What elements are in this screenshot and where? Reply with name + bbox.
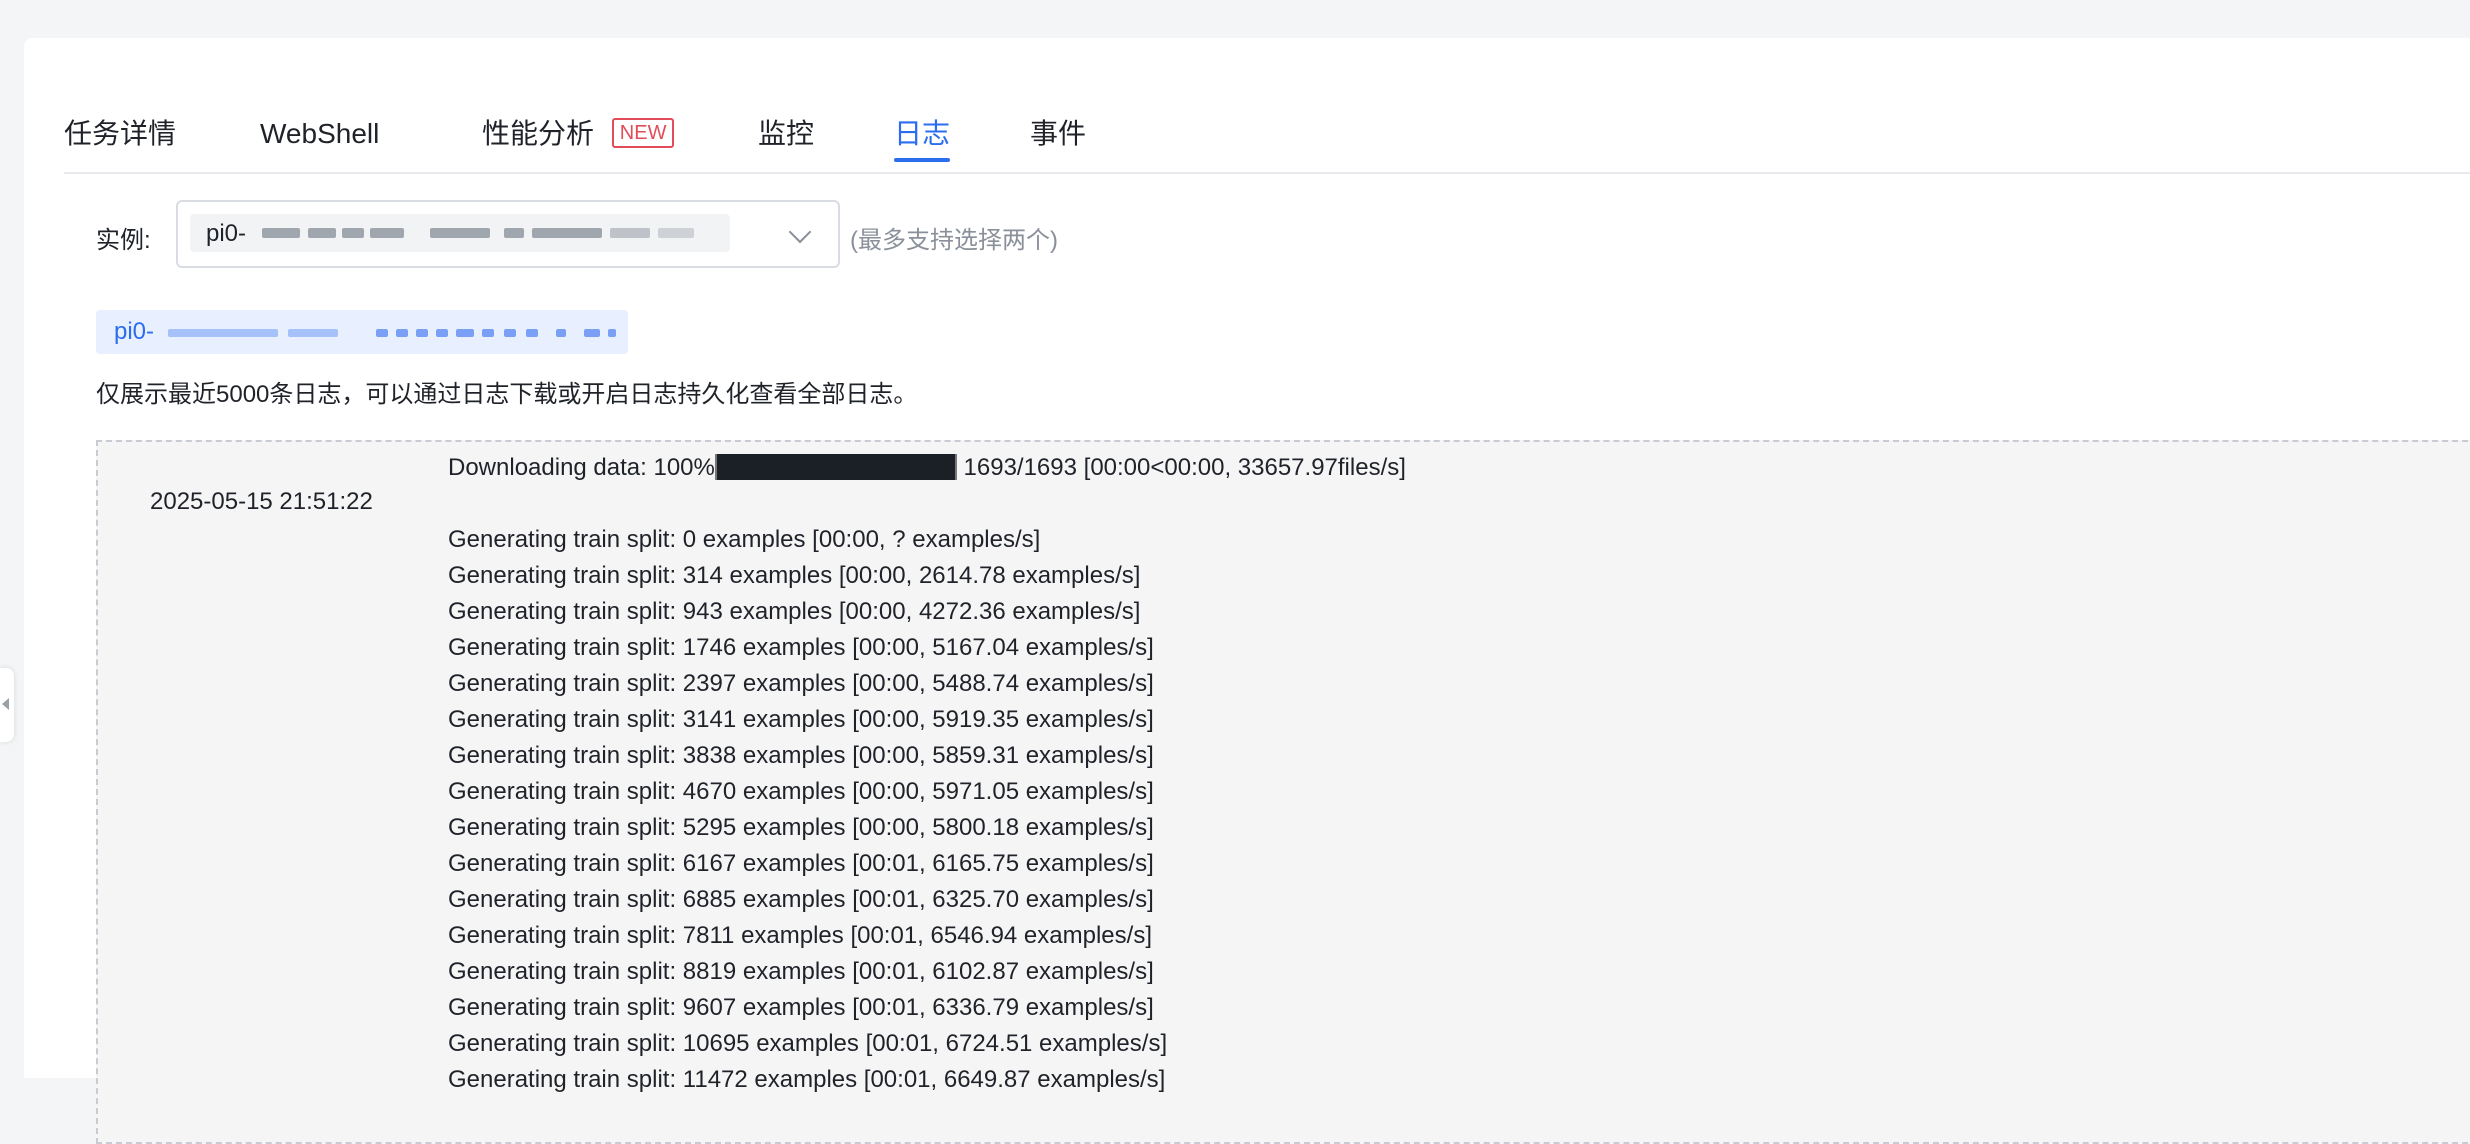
download-suffix: 1693/1693 [00:00<00:00, 33657.97files/s] <box>956 454 1406 481</box>
redacted-text <box>456 329 474 337</box>
redacted-text <box>288 329 338 337</box>
log-line: Generating train split: 5295 examples [0… <box>448 814 1154 841</box>
tab-label: 性能分析 <box>482 118 595 149</box>
tab-label: 日志 <box>894 118 951 149</box>
log-line: Generating train split: 3838 examples [0… <box>448 742 1154 769</box>
tab-webshell[interactable]: WebShell <box>260 114 379 154</box>
redacted-text <box>262 228 300 238</box>
redacted-text <box>584 329 600 337</box>
redacted-text <box>430 228 490 238</box>
log-line-download: Downloading data: 100% 1693/1693 [00:00<… <box>448 450 1406 486</box>
collapse-sidebar-handle[interactable] <box>0 668 14 742</box>
tab-events[interactable]: 事件 <box>1030 114 1086 154</box>
log-line: Generating train split: 4670 examples [0… <box>448 778 1154 805</box>
tab-label: WebShell <box>260 118 380 149</box>
log-page-card: 任务详情 WebShell 性能分析 NEW 监控 日志 事件 实例: pi0- <box>24 38 2470 1144</box>
instance-select[interactable]: pi0- <box>176 200 840 268</box>
log-line: Generating train split: 1746 examples [0… <box>448 634 1154 661</box>
log-line: Generating train split: 9607 examples [0… <box>448 994 1154 1021</box>
log-line: Generating train split: 10695 examples [… <box>448 1030 1168 1057</box>
chevron-down-icon[interactable] <box>788 220 812 244</box>
log-line: Generating train split: 3141 examples [0… <box>448 706 1154 733</box>
redacted-text <box>168 329 278 337</box>
log-line: Generating train split: 6885 examples [0… <box>448 886 1154 913</box>
redacted-text <box>370 228 404 238</box>
redacted-text <box>658 228 694 238</box>
tab-label: 事件 <box>1030 118 1087 149</box>
redacted-text <box>342 228 364 238</box>
redacted-text <box>504 228 524 238</box>
redacted-text <box>610 228 650 238</box>
redacted-text <box>308 228 336 238</box>
selected-instance-chip[interactable]: pi0- <box>96 310 628 354</box>
log-line: Generating train split: 6167 examples [0… <box>448 850 1154 877</box>
download-prefix: Downloading data: 100% <box>448 454 715 481</box>
tab-performance-analysis[interactable]: 性能分析 NEW <box>482 114 675 154</box>
tab-label: 监控 <box>758 118 815 149</box>
tab-label: 任务详情 <box>64 118 177 149</box>
log-line: Generating train split: 7811 examples [0… <box>448 922 1152 949</box>
log-line-blank <box>448 486 1406 522</box>
chip-label: pi0- <box>114 318 155 345</box>
log-line: Generating train split: 943 examples [00… <box>448 598 1141 625</box>
active-tab-indicator <box>894 158 951 162</box>
log-line: Generating train split: 8819 examples [0… <box>448 958 1154 985</box>
new-badge: NEW <box>611 118 675 148</box>
redacted-text <box>436 329 448 337</box>
redacted-text <box>532 228 602 238</box>
chevron-left-icon <box>2 698 9 710</box>
log-line: Generating train split: 11472 examples [… <box>448 1066 1166 1093</box>
redacted-text <box>482 329 494 337</box>
redacted-text <box>608 329 616 337</box>
redacted-text <box>556 329 566 337</box>
instance-label: 实例: <box>96 227 151 254</box>
tab-task-details[interactable]: 任务详情 <box>64 114 176 154</box>
log-line: Generating train split: 0 examples [00:0… <box>448 526 1041 553</box>
log-line: Generating train split: 314 examples [00… <box>448 562 1141 589</box>
tab-monitoring[interactable]: 监控 <box>758 114 814 154</box>
selected-instance-tag: pi0- <box>190 214 730 252</box>
redacted-text <box>416 329 428 337</box>
log-line: Generating train split: 2397 examples [0… <box>448 670 1154 697</box>
selected-instance-name: pi0- <box>206 220 247 247</box>
redacted-text <box>396 329 408 337</box>
redacted-text <box>504 329 516 337</box>
redacted-text <box>376 329 388 337</box>
tab-bar: 任务详情 WebShell 性能分析 NEW 监控 日志 事件 <box>64 80 2470 174</box>
redacted-text <box>526 329 538 337</box>
log-limit-notice: 仅展示最近5000条日志，可以通过日志下载或开启日志持久化查看全部日志。 <box>96 381 918 408</box>
tab-logs[interactable]: 日志 <box>894 114 951 162</box>
log-lines: Downloading data: 100% 1693/1693 [00:00<… <box>448 450 1406 1098</box>
log-panel[interactable]: 2025-05-15 21:51:22 Downloading data: 10… <box>96 440 2470 1144</box>
instance-select-hint: (最多支持选择两个) <box>850 227 1058 254</box>
download-progress-bar <box>714 454 957 480</box>
log-timestamp: 2025-05-15 21:51:22 <box>150 488 373 515</box>
